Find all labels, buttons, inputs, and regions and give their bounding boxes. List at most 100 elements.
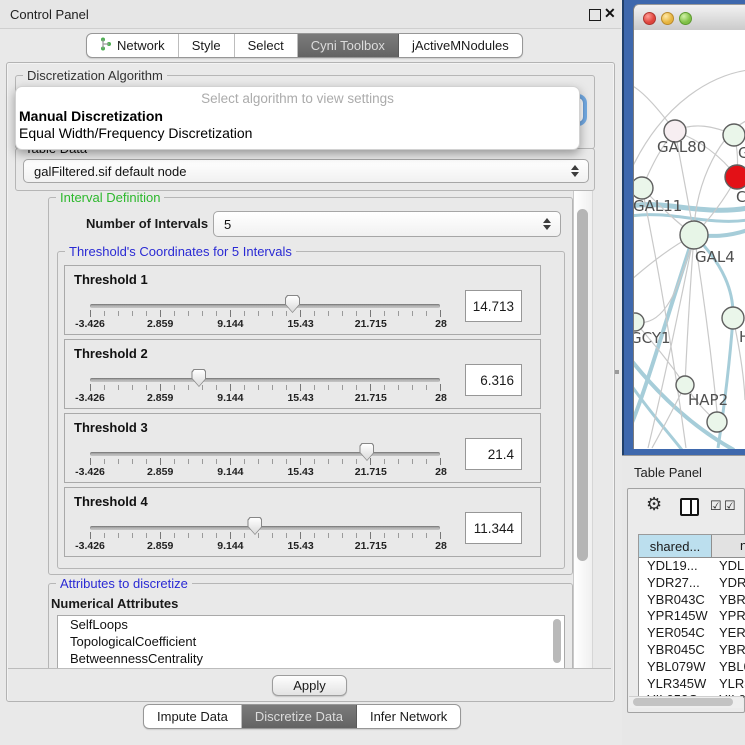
tab-label: Discretize Data bbox=[255, 709, 343, 724]
settings-scrollbar-track[interactable] bbox=[573, 191, 593, 668]
popup-placeholder: Select algorithm to view settings bbox=[16, 91, 579, 106]
attributes-list-scrollbar[interactable] bbox=[553, 619, 561, 663]
tick-label: 21.715 bbox=[355, 466, 387, 478]
table-cell[interactable]: YDL19... bbox=[639, 558, 711, 575]
attribute-item[interactable]: SelfLoops bbox=[58, 616, 564, 633]
threshold-2-box: Threshold 2 -3.4262.8599.14415.4321.7152… bbox=[64, 339, 541, 409]
table-row[interactable]: YER054CYER054C bbox=[639, 625, 745, 642]
close-traffic-light-icon[interactable] bbox=[643, 12, 656, 25]
table-row[interactable]: YDR27...YDR27... bbox=[639, 575, 745, 592]
float-window-icon[interactable] bbox=[589, 9, 601, 21]
table-cell[interactable]: YER054C bbox=[639, 625, 711, 642]
network-node-bottom-node[interactable] bbox=[707, 412, 727, 432]
numerical-attributes-list[interactable]: SelfLoopsTopologicalCoefficientBetweenne… bbox=[57, 615, 565, 670]
threshold-1-box: Threshold 1 -3.4262.8599.14415.4321.7152… bbox=[64, 265, 541, 335]
table-row[interactable]: YBR043CYBR043C bbox=[639, 592, 745, 609]
table-cell[interactable]: YPR145W bbox=[711, 608, 745, 625]
network-window-titlebar[interactable] bbox=[634, 5, 745, 31]
tab-jactivemnodules[interactable]: jActiveMNodules bbox=[399, 34, 522, 57]
tick-label: 9.144 bbox=[217, 318, 243, 330]
table-cell[interactable]: YDL19... bbox=[711, 558, 745, 575]
table-row[interactable]: YBR045CYBR045C bbox=[639, 642, 745, 659]
slider-ticks bbox=[90, 532, 441, 539]
threshold-4-slider-track[interactable] bbox=[90, 526, 440, 530]
column-header-label: name bbox=[740, 538, 745, 553]
checkbox-icon[interactable]: ☑ bbox=[710, 499, 722, 512]
network-edge[interactable] bbox=[634, 215, 745, 222]
attribute-item[interactable]: TopologicalCoefficient bbox=[58, 633, 564, 650]
spinner-icon bbox=[571, 165, 580, 177]
columns-icon[interactable] bbox=[680, 498, 699, 516]
threshold-2-label: Threshold 2 bbox=[74, 346, 148, 361]
table-hscrollbar-track[interactable] bbox=[629, 696, 743, 708]
attribute-item[interactable]: BetweennessCentrality bbox=[58, 650, 564, 667]
table-cell[interactable]: YLR345W bbox=[711, 676, 745, 693]
table-row[interactable]: YBL079WYBL079W bbox=[639, 659, 745, 676]
table-panel-title: Table Panel bbox=[634, 465, 702, 480]
table-data-select[interactable]: galFiltered.sif default node bbox=[23, 159, 589, 183]
control-panel-titlebar bbox=[0, 0, 621, 29]
number-of-intervals-select[interactable]: 5 bbox=[213, 211, 561, 237]
table-cell[interactable]: YBR043C bbox=[639, 592, 711, 609]
popup-item-equal-width-frequency[interactable]: Equal Width/Frequency Discretization bbox=[19, 125, 252, 141]
table-panel: ⚙ ☑ ☑ shared... name YDL19...YDL19...YDR… bbox=[627, 488, 745, 713]
splitter-handle[interactable] bbox=[615, 370, 619, 374]
network-node-red-node[interactable] bbox=[725, 165, 745, 189]
table-row[interactable]: YPR145WYPR145W bbox=[639, 608, 745, 625]
table-cell[interactable]: YBR045C bbox=[711, 642, 745, 659]
table-cell[interactable]: YBL079W bbox=[639, 659, 711, 676]
threshold-3-value-field[interactable]: 21.4 bbox=[465, 438, 522, 470]
settings-scrollbar-thumb[interactable] bbox=[577, 209, 588, 561]
table-cell[interactable]: YBR043C bbox=[711, 592, 745, 609]
network-node-GAL4[interactable] bbox=[680, 221, 708, 249]
table-hscrollbar-thumb[interactable] bbox=[633, 698, 733, 706]
threshold-3-slider-track[interactable] bbox=[90, 452, 440, 456]
threshold-1-slider-track[interactable] bbox=[90, 304, 440, 308]
tick-label: 21.715 bbox=[355, 392, 387, 404]
zoom-traffic-light-icon[interactable] bbox=[679, 12, 692, 25]
tab-impute-data[interactable]: Impute Data bbox=[144, 705, 242, 728]
table-row[interactable]: YDL19...YDL19... bbox=[639, 558, 745, 575]
table-cell[interactable]: YDR27... bbox=[639, 575, 711, 592]
table-cell[interactable]: YBL079W bbox=[711, 659, 745, 676]
algorithm-popup: Select algorithm to view settings Manual… bbox=[15, 86, 580, 150]
tab-label: Cyni Toolbox bbox=[311, 38, 385, 53]
tick-label: 15.43 bbox=[287, 392, 313, 404]
checkbox-icon[interactable]: ☑ bbox=[724, 499, 736, 512]
close-icon[interactable]: ✕ bbox=[604, 5, 616, 22]
table-cell[interactable]: YPR145W bbox=[639, 608, 711, 625]
tab-network[interactable]: Network bbox=[87, 34, 179, 57]
minimize-traffic-light-icon[interactable] bbox=[661, 12, 674, 25]
apply-button[interactable]: Apply bbox=[272, 675, 347, 696]
table-cell[interactable]: YER054C bbox=[711, 625, 745, 642]
column-header-shared-name[interactable]: shared... bbox=[639, 535, 712, 557]
network-canvas[interactable]: GAL80GACGAL11GAL4GCY1HHAP2 bbox=[634, 30, 745, 449]
table-cell[interactable]: YLR345W bbox=[639, 676, 711, 693]
table-cell[interactable]: YDR27... bbox=[711, 575, 745, 592]
numerical-attributes-label: Numerical Attributes bbox=[51, 596, 178, 611]
threshold-2-value-field[interactable]: 6.316 bbox=[465, 364, 522, 396]
gear-icon[interactable]: ⚙ bbox=[646, 495, 662, 513]
column-header-name[interactable]: name bbox=[712, 535, 745, 557]
tab-select[interactable]: Select bbox=[235, 34, 298, 57]
network-node-GAL11[interactable] bbox=[634, 177, 653, 199]
network-node-GAL-right[interactable] bbox=[723, 124, 745, 146]
threshold-2-slider-track[interactable] bbox=[90, 378, 440, 382]
tab-label: Style bbox=[192, 38, 221, 53]
threshold-1-value-field[interactable]: 14.713 bbox=[465, 290, 522, 322]
network-window: GAL80GACGAL11GAL4GCY1HHAP2 bbox=[633, 4, 745, 449]
table-row[interactable]: YLR345WYLR345W bbox=[639, 676, 745, 693]
popup-item-manual-discretization[interactable]: Manual Discretization bbox=[19, 108, 163, 124]
network-edge[interactable] bbox=[652, 385, 685, 448]
network-node-H-right[interactable] bbox=[722, 307, 744, 329]
tab-style[interactable]: Style bbox=[179, 34, 235, 57]
tick-label: -3.426 bbox=[75, 540, 105, 552]
number-of-intervals-value: 5 bbox=[214, 217, 231, 232]
table-cell[interactable]: YBR045C bbox=[639, 642, 711, 659]
slider-tick-labels: -3.4262.8599.14415.4321.71528 bbox=[90, 540, 441, 552]
tab-cyni-toolbox[interactable]: Cyni Toolbox bbox=[298, 34, 399, 57]
network-graph[interactable]: GAL80GACGAL11GAL4GCY1HHAP2 bbox=[634, 30, 745, 449]
tab-discretize-data[interactable]: Discretize Data bbox=[242, 705, 357, 728]
threshold-4-value-field[interactable]: 11.344 bbox=[465, 512, 522, 544]
tab-infer-network[interactable]: Infer Network bbox=[357, 705, 460, 728]
